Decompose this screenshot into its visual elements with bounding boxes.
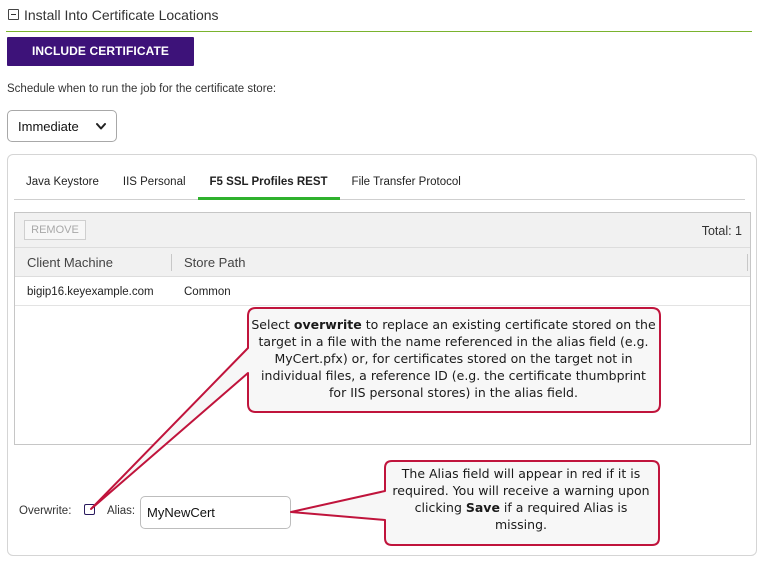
grid-header: Client Machine Store Path bbox=[15, 247, 750, 277]
tab-iis-personal[interactable]: IIS Personal bbox=[111, 169, 198, 200]
callout-bold-text: Save bbox=[465, 500, 500, 515]
column-divider[interactable] bbox=[747, 254, 748, 271]
cell-store-path: Common bbox=[184, 286, 231, 298]
column-header-client-machine[interactable]: Client Machine bbox=[27, 255, 113, 270]
section-title: Install Into Certificate Locations bbox=[24, 6, 219, 23]
callout-bold-text: overwrite bbox=[293, 317, 362, 332]
column-divider[interactable] bbox=[171, 254, 172, 271]
collapse-icon[interactable] bbox=[8, 9, 19, 20]
tab-file-transfer-protocol[interactable]: File Transfer Protocol bbox=[340, 169, 473, 200]
total-count: Total: 1 bbox=[701, 224, 742, 238]
schedule-select[interactable]: Immediate bbox=[7, 110, 117, 142]
callout-text: if a required Alias is missing. bbox=[495, 500, 628, 532]
tab-java-keystore[interactable]: Java Keystore bbox=[14, 169, 111, 200]
schedule-label: Schedule when to run the job for the cer… bbox=[7, 83, 277, 95]
overwrite-label: Overwrite: bbox=[19, 505, 72, 517]
column-header-store-path[interactable]: Store Path bbox=[184, 255, 245, 270]
cell-client-machine: bigip16.keyexample.com bbox=[27, 286, 154, 298]
tab-f5-ssl-profiles-rest[interactable]: F5 SSL Profiles REST bbox=[197, 169, 340, 200]
alias-callout: The Alias field will appear in red if it… bbox=[388, 465, 654, 533]
chevron-down-icon bbox=[96, 123, 106, 130]
alias-label: Alias: bbox=[107, 505, 136, 517]
include-certificate-stores-button[interactable]: INCLUDE CERTIFICATE STORES bbox=[7, 37, 194, 87]
overwrite-checkbox[interactable] bbox=[84, 504, 95, 515]
callout-text: Select bbox=[251, 317, 294, 332]
section-header[interactable]: Install Into Certificate Locations bbox=[6, 4, 752, 32]
schedule-selected-value: Immediate bbox=[18, 118, 79, 134]
remove-button[interactable]: REMOVE bbox=[24, 220, 86, 240]
overwrite-callout: Select overwrite to replace an existing … bbox=[251, 316, 656, 401]
table-row[interactable]: bigip16.keyexample.com Common bbox=[15, 278, 750, 306]
alias-input[interactable] bbox=[140, 496, 291, 529]
store-type-tabs: Java Keystore IIS Personal F5 SSL Profil… bbox=[14, 169, 745, 200]
grid-toolbar: REMOVE Total: 1 bbox=[15, 213, 750, 247]
